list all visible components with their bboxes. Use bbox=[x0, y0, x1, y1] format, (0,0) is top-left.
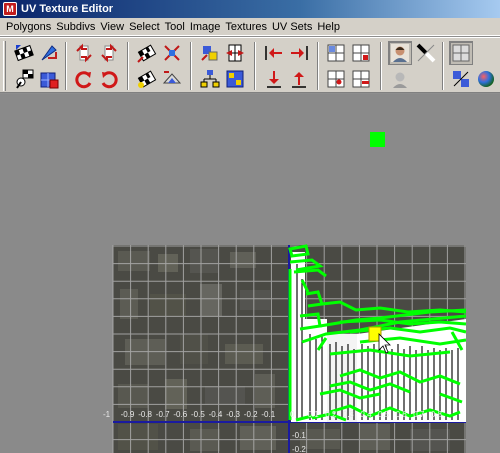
menu-tool[interactable]: Tool bbox=[165, 21, 190, 33]
hierarchy-icon[interactable] bbox=[198, 67, 222, 91]
menu-uv-sets[interactable]: UV Sets bbox=[272, 21, 317, 33]
toolbar-separator bbox=[317, 42, 319, 90]
color-sphere-icon[interactable] bbox=[474, 67, 498, 91]
uv-texture-editor-window: M UV Texture Editor Polygons Subdivs Vie… bbox=[0, 0, 500, 453]
toolbar bbox=[0, 37, 500, 93]
u-axis-label: -0.9 bbox=[121, 410, 135, 419]
menu-view[interactable]: View bbox=[100, 21, 129, 33]
u-axis-label: -0.7 bbox=[156, 410, 170, 419]
toolbar-separator bbox=[380, 42, 382, 90]
grid-point-icon[interactable] bbox=[324, 67, 348, 91]
layout-uv-icon[interactable] bbox=[223, 67, 247, 91]
u-axis-label: -1 bbox=[103, 410, 111, 419]
u-axis-label: -0.5 bbox=[191, 410, 205, 419]
menu-subdivs[interactable]: Subdivs bbox=[56, 21, 100, 33]
menu-textures[interactable]: Textures bbox=[225, 21, 272, 33]
move-down-icon[interactable] bbox=[262, 67, 286, 91]
toolbar-grip[interactable] bbox=[3, 41, 6, 91]
uv-viewport[interactable]: -1 -0.9 -0.8 -0.7 -0.6 -0.5 -0.4 -0.3 -0.2 -0.1 0 0… bbox=[0, 94, 500, 453]
grid-add-icon[interactable] bbox=[349, 41, 373, 65]
black-white-icon[interactable] bbox=[414, 41, 438, 65]
u-axis-label: 0 bbox=[290, 410, 295, 419]
u-axis-label: -0.1 bbox=[261, 410, 275, 419]
v-label-neg-0.1: -0.1 bbox=[292, 431, 306, 440]
toolbar-separator bbox=[190, 42, 192, 90]
checker-move-icon[interactable] bbox=[135, 41, 159, 65]
grid-snap-icon[interactable] bbox=[324, 41, 348, 65]
menu-bar: Polygons Subdivs View Select Tool Image … bbox=[0, 18, 500, 36]
uv-pivot-marker[interactable] bbox=[370, 132, 385, 147]
rotate-ccw-icon[interactable] bbox=[72, 67, 96, 91]
u-axis-label: 0.3 bbox=[343, 410, 355, 419]
window-title: UV Texture Editor bbox=[21, 3, 114, 15]
toolbar-separator bbox=[254, 42, 256, 90]
checker-uv-icon[interactable] bbox=[12, 41, 36, 65]
u-axis-label: -0.3 bbox=[226, 410, 240, 419]
rotate-left-arrows-icon[interactable] bbox=[72, 41, 96, 65]
toolbar-separator bbox=[442, 42, 444, 90]
u-axis-label: -0.4 bbox=[209, 410, 223, 419]
menu-image[interactable]: Image bbox=[190, 21, 226, 33]
checker-unfold-icon[interactable] bbox=[160, 67, 184, 91]
display-grid-icon[interactable] bbox=[449, 41, 473, 65]
move-up-icon[interactable] bbox=[287, 67, 311, 91]
flip-uv-icon[interactable] bbox=[37, 41, 61, 65]
cut-uv-icon[interactable] bbox=[198, 41, 222, 65]
toolbar-separator bbox=[65, 42, 67, 90]
u-axis-label: 0.4 bbox=[360, 410, 372, 419]
user-portrait-icon[interactable] bbox=[388, 41, 412, 65]
u-axis-label: -0.8 bbox=[138, 410, 152, 419]
menu-polygons[interactable]: Polygons bbox=[4, 21, 56, 33]
menu-select[interactable]: Select bbox=[129, 21, 165, 33]
checker-flip-icon[interactable] bbox=[135, 67, 159, 91]
user-portrait-gray-icon[interactable] bbox=[388, 67, 412, 91]
u-axis-label: 0.5 bbox=[378, 410, 390, 419]
u-axis-label: 0.8 bbox=[431, 410, 443, 419]
u-axis-label: 0.7 bbox=[413, 410, 425, 419]
sew-uv-icon[interactable] bbox=[223, 41, 247, 65]
rotate-cw-icon[interactable] bbox=[97, 67, 121, 91]
u-axis-label: 0.2 bbox=[325, 410, 337, 419]
select-shell-icon[interactable] bbox=[37, 67, 61, 91]
paint-uv-icon[interactable] bbox=[12, 67, 36, 91]
title-bar[interactable]: M UV Texture Editor bbox=[0, 0, 500, 18]
move-left-icon[interactable] bbox=[262, 41, 286, 65]
checker-scale-icon[interactable] bbox=[160, 41, 184, 65]
u-axis-label: -0.6 bbox=[173, 410, 187, 419]
u-axis-label: -0.2 bbox=[244, 410, 258, 419]
u-axis-label: 0.6 bbox=[396, 410, 408, 419]
maya-icon: M bbox=[3, 2, 17, 16]
u-axis-label: 0.1 bbox=[308, 410, 320, 419]
move-right-icon[interactable] bbox=[287, 41, 311, 65]
toolbar-separator bbox=[127, 42, 129, 90]
grid-remove-icon[interactable] bbox=[349, 67, 373, 91]
v-label-neg-0.2: -0.2 bbox=[292, 445, 306, 453]
texture-swap-icon[interactable] bbox=[449, 67, 473, 91]
rotate-right-arrows-icon[interactable] bbox=[97, 41, 121, 65]
menu-help[interactable]: Help bbox=[317, 21, 345, 33]
